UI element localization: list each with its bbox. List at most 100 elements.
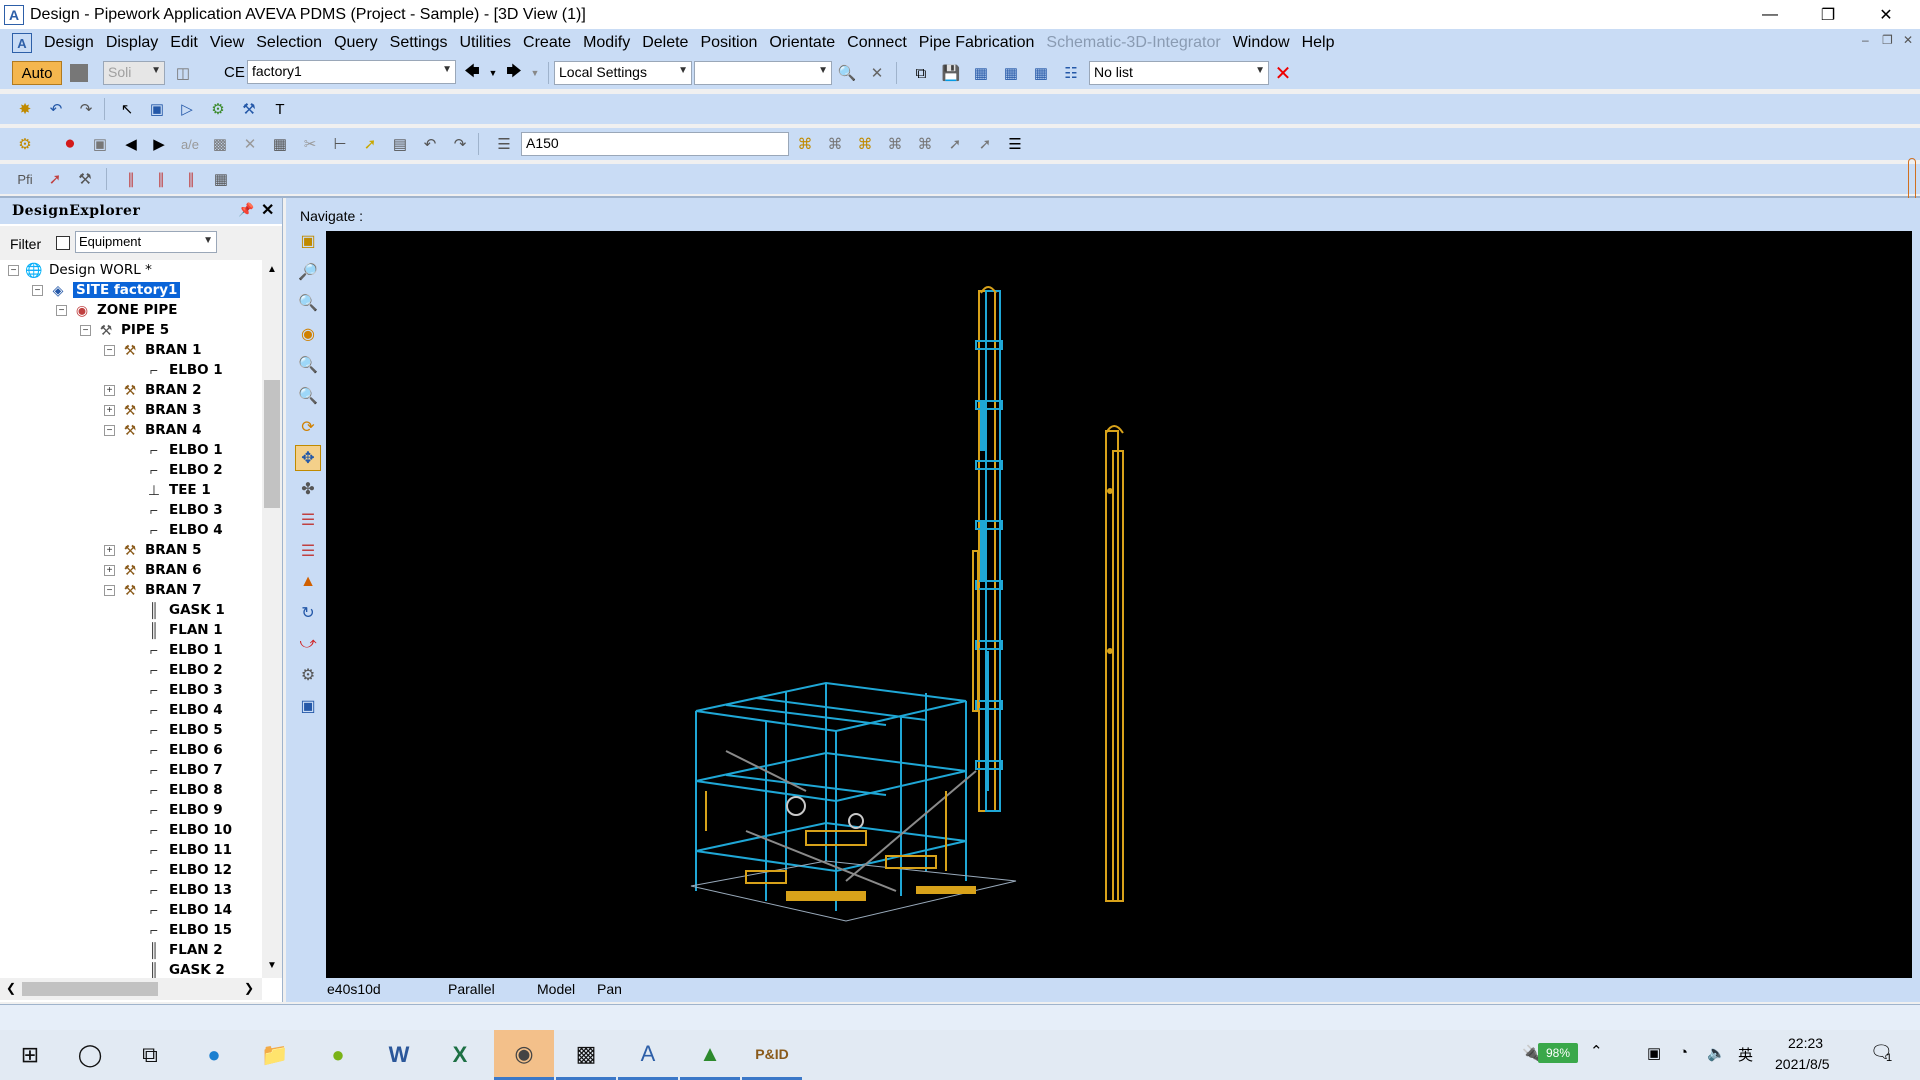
pipe-tool-4-icon[interactable]: ⌘ [884, 133, 906, 155]
menu-orientate[interactable]: Orientate [763, 34, 841, 52]
menu-position[interactable]: Position [694, 34, 763, 52]
restore-button[interactable]: ❐ [1800, 0, 1856, 29]
window-view-icon[interactable]: ▣ [295, 693, 321, 719]
expand-icon[interactable]: + [104, 564, 115, 576]
back-dropdown-icon[interactable]: ▼ [482, 62, 504, 84]
menu-query[interactable]: Query [328, 34, 384, 52]
pin-icon[interactable]: 📌 [238, 202, 254, 218]
minimize-button[interactable]: — [1742, 0, 1798, 29]
clip-icon[interactable]: ▲ [295, 569, 321, 595]
tree-node[interactable]: ⌐ ELBO 2 [128, 660, 223, 680]
stop-icon[interactable]: ● [59, 133, 81, 155]
mdi-restore-icon[interactable]: ❐ [1882, 33, 1893, 47]
scroll-down-icon[interactable]: ▼ [267, 960, 277, 971]
menu-edit[interactable]: Edit [164, 34, 204, 52]
model-tool-icon[interactable]: ⚒ [238, 98, 260, 120]
scroll-up-icon[interactable]: ▲ [267, 264, 277, 275]
tree-node[interactable]: ⌐ ELBO 12 [128, 860, 232, 880]
scroll-right-icon[interactable]: ❯ [244, 981, 254, 995]
menu-delete[interactable]: Delete [636, 34, 694, 52]
pipe-tool-3-icon[interactable]: ⌘ [854, 133, 876, 155]
tray-expand-icon[interactable]: ⌃ [1590, 1042, 1603, 1060]
layer-down-icon[interactable]: ☰ [295, 538, 321, 564]
tree-node[interactable]: ⌐ ELBO 9 [128, 800, 223, 820]
app-icon-green[interactable]: ● [308, 1030, 368, 1080]
forward-arrow-icon[interactable]: 🡆 [503, 62, 525, 84]
save-icon[interactable]: 💾 [940, 62, 962, 84]
close-panel-icon[interactable]: ✕ [261, 200, 274, 220]
list-remove-icon[interactable]: ▦ [1000, 62, 1022, 84]
expand-icon[interactable]: + [104, 404, 115, 416]
collapse-icon[interactable]: − [32, 284, 43, 296]
edge-browser-icon[interactable]: ● [184, 1030, 244, 1080]
tree-node[interactable]: ⊥ TEE 1 [128, 480, 211, 500]
previous-icon[interactable]: ◀ [120, 133, 142, 155]
tree-node[interactable]: ⌐ ELBO 1 [128, 640, 223, 660]
auto-button[interactable]: Auto [12, 61, 62, 85]
pipe-tool-1-icon[interactable]: ⌘ [794, 133, 816, 155]
app-menu-icon[interactable]: A [12, 33, 32, 53]
fly-icon[interactable]: ✤ [295, 476, 321, 502]
collapse-icon[interactable]: − [80, 324, 91, 336]
preview-icon[interactable]: ▣ [89, 133, 111, 155]
ce-combo[interactable]: factory1 ▼ [247, 60, 456, 84]
menu-design[interactable]: Design [38, 34, 100, 52]
spark-icon[interactable]: ✸ [14, 98, 36, 120]
ops-3-icon[interactable]: ⚒ [74, 168, 96, 190]
plant-tool-icon[interactable]: ▲ [680, 1030, 740, 1080]
excel-icon[interactable]: X [430, 1030, 490, 1080]
scroll-thumb[interactable] [264, 380, 280, 508]
menu-view[interactable]: View [204, 34, 250, 52]
tree-node[interactable]: − ⚒ PIPE 5 [80, 320, 169, 340]
tree-node[interactable]: ⌐ ELBO 6 [128, 740, 223, 760]
tree-node[interactable]: ⌐ ELBO 14 [128, 900, 232, 920]
ops-7-icon[interactable]: ▦ [210, 168, 232, 190]
tree-node[interactable]: ⌐ ELBO 4 [128, 520, 223, 540]
tree-node[interactable]: ║ GASK 1 [128, 600, 225, 620]
text-tool-icon[interactable]: T [269, 98, 291, 120]
collapse-icon[interactable]: − [8, 264, 19, 276]
tree-node[interactable]: + ⚒ BRAN 5 [104, 540, 202, 560]
tree-node[interactable]: + ⚒ BRAN 2 [104, 380, 202, 400]
tree-node[interactable]: − ⚒ BRAN 4 [104, 420, 202, 440]
collapse-icon[interactable]: − [104, 344, 115, 356]
zoom-window-icon[interactable]: 🔍 [295, 290, 321, 316]
expand-icon[interactable]: + [104, 544, 115, 556]
ops-5-icon[interactable]: ∥ [150, 168, 172, 190]
clear-icon[interactable]: ✕ [866, 62, 888, 84]
solid-combo[interactable]: Soli ▼ [103, 61, 165, 85]
3d-viewport[interactable] [326, 231, 1912, 978]
collapse-icon[interactable]: − [56, 304, 67, 316]
filter-checkbox[interactable] [56, 236, 70, 250]
list-combo[interactable]: No list ▼ [1089, 61, 1269, 85]
terminal-icon[interactable]: ▩ [556, 1030, 616, 1080]
tree-node[interactable]: ⌐ ELBO 3 [128, 680, 223, 700]
refresh-icon[interactable]: ↻ [295, 600, 321, 626]
table-icon[interactable]: ▤ [389, 133, 411, 155]
clock-date[interactable]: 2021/8/5 [1775, 1056, 1830, 1072]
rotate-icon[interactable]: ⟳ [295, 414, 321, 440]
pipe-wizard-icon[interactable]: ⚙ [14, 133, 36, 155]
pipe-tool-2-icon[interactable]: ⌘ [824, 133, 846, 155]
tree-node[interactable]: − ⚒ BRAN 7 [104, 580, 202, 600]
close-button[interactable]: ✕ [1858, 0, 1914, 29]
file-explorer-icon[interactable]: 📁 [245, 1030, 305, 1080]
ops-1-icon[interactable]: Pfi [14, 168, 36, 190]
copy-list-icon[interactable]: ⧉ [910, 62, 932, 84]
tree-horizontal-scrollbar[interactable]: ❮ ❯ [0, 978, 262, 1000]
back-arrow-icon[interactable]: 🡄 [461, 62, 483, 84]
pan-icon[interactable]: ✥ [295, 445, 321, 471]
cylinder-icon[interactable]: ◫ [172, 62, 194, 84]
ime-indicator[interactable]: 英 [1738, 1044, 1753, 1065]
clock-time[interactable]: 22:23 [1788, 1035, 1823, 1051]
menu-settings[interactable]: Settings [384, 34, 454, 52]
collapse-icon[interactable]: − [104, 424, 115, 436]
cross-icon[interactable]: ✕ [239, 133, 261, 155]
hierarchy-icon[interactable]: ⚙ [207, 98, 229, 120]
triangle-icon[interactable]: ▷ [176, 98, 198, 120]
tree-node[interactable]: ║ GASK 2 [128, 960, 225, 978]
mdi-minimize-icon[interactable]: – [1862, 33, 1869, 47]
list-edit-icon[interactable]: ▦ [1030, 62, 1052, 84]
scroll-left-icon[interactable]: ❮ [6, 981, 16, 995]
tree-node[interactable]: ⌐ ELBO 5 [128, 720, 223, 740]
